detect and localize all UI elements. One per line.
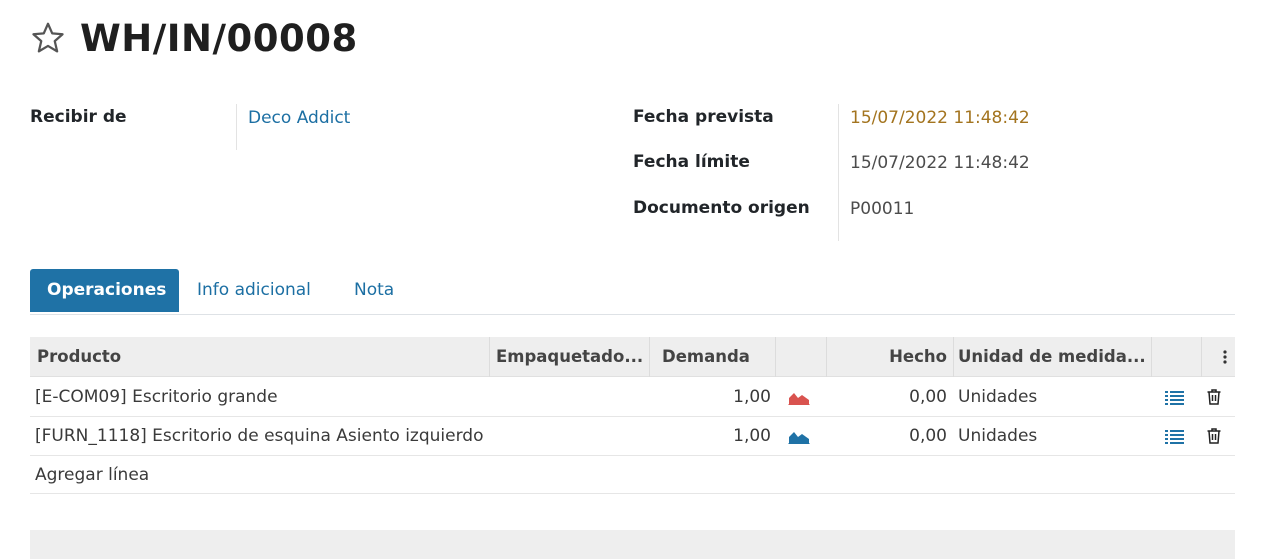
- source-document-field[interactable]: P00011: [850, 199, 914, 219]
- done-cell[interactable]: 0,00: [827, 417, 947, 456]
- column-divider: [775, 337, 776, 377]
- column-divider: [1201, 337, 1202, 377]
- product-cell[interactable]: [E-COM09] Escritorio grande: [35, 378, 278, 417]
- optional-columns-icon[interactable]: [1221, 349, 1229, 369]
- table-row[interactable]: [FURN_1118] Escritorio de esquina Asient…: [30, 417, 1235, 456]
- trash-icon[interactable]: [1207, 389, 1221, 409]
- receive-from-link[interactable]: Deco Addict: [248, 108, 350, 128]
- details-list-icon[interactable]: [1165, 390, 1184, 409]
- area-chart-icon[interactable]: [788, 429, 810, 448]
- demand-cell[interactable]: 1,00: [670, 417, 771, 456]
- column-done[interactable]: Hecho: [827, 337, 947, 377]
- area-chart-icon[interactable]: [788, 390, 810, 409]
- scheduled-date-field[interactable]: 15/07/2022 11:48:42: [850, 108, 1030, 128]
- deadline-field[interactable]: 15/07/2022 11:48:42: [850, 153, 1030, 173]
- done-cell[interactable]: 0,00: [827, 378, 947, 417]
- demand-cell[interactable]: 1,00: [670, 378, 771, 417]
- field-separator: [838, 104, 839, 241]
- footer-bar: [30, 530, 1235, 559]
- tab-additional-info[interactable]: Info adicional: [197, 269, 311, 312]
- title-row: WH/IN/00008: [30, 14, 358, 62]
- deadline-label: Fecha límite: [633, 152, 750, 172]
- scheduled-date-label: Fecha prevista: [633, 107, 774, 127]
- table-row[interactable]: [E-COM09] Escritorio grande 1,00 0,00 Un…: [30, 378, 1235, 417]
- column-divider: [649, 337, 650, 377]
- trash-icon[interactable]: [1207, 428, 1221, 448]
- tab-operations[interactable]: Operaciones: [30, 269, 179, 312]
- table-header: Producto Empaquetado... Demanda Hecho Un…: [30, 337, 1235, 377]
- star-icon[interactable]: [30, 20, 66, 56]
- tab-note[interactable]: Nota: [354, 269, 394, 312]
- notebook-tabs: Operaciones Info adicional Nota: [30, 269, 1235, 315]
- column-demand[interactable]: Demanda: [662, 337, 782, 377]
- uom-cell[interactable]: Unidades: [958, 417, 1037, 456]
- record-title: WH/IN/00008: [80, 16, 358, 60]
- product-cell[interactable]: [FURN_1118] Escritorio de esquina Asient…: [35, 417, 483, 456]
- column-product[interactable]: Producto: [37, 337, 487, 377]
- add-line-link[interactable]: Agregar línea: [35, 456, 149, 494]
- field-separator: [236, 104, 237, 150]
- column-package[interactable]: Empaquetado...: [496, 337, 648, 377]
- uom-cell[interactable]: Unidades: [958, 378, 1037, 417]
- receive-from-label: Recibir de: [30, 107, 127, 127]
- column-divider: [489, 337, 490, 377]
- source-document-label: Documento origen: [633, 198, 810, 218]
- add-line-row: Agregar línea: [30, 456, 1235, 494]
- column-divider: [1151, 337, 1152, 377]
- details-list-icon[interactable]: [1165, 429, 1184, 448]
- column-uom[interactable]: Unidad de medida...: [958, 337, 1148, 377]
- column-divider: [953, 337, 954, 377]
